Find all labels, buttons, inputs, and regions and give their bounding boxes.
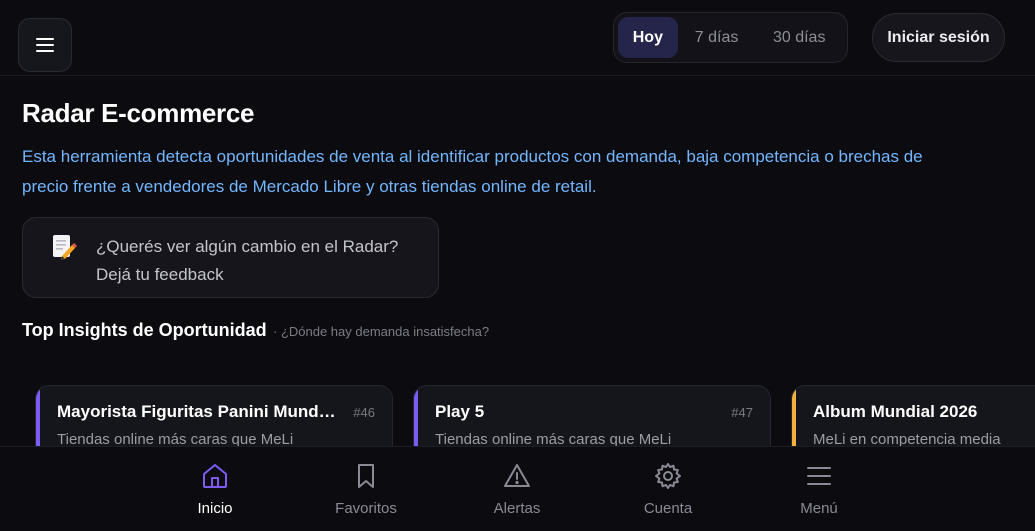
nav-item-inicio[interactable]: Inicio	[160, 461, 270, 521]
card-title: Album Mundial 2026	[813, 402, 978, 421]
page-title: Radar E-commerce	[22, 98, 255, 128]
range-option-30-days[interactable]: 30 días	[755, 17, 843, 58]
nav-item-cuenta[interactable]: Cuenta	[613, 461, 723, 521]
nav-item-menu[interactable]: Menú	[764, 461, 874, 521]
feedback-text: ¿Querés ver algún cambio en el Radar? De…	[96, 233, 398, 289]
nav-item-favoritos[interactable]: Favoritos	[311, 461, 421, 521]
login-button[interactable]: Iniciar sesión	[872, 13, 1005, 62]
hamburger-menu-button[interactable]	[18, 18, 72, 72]
nav-label: Menú	[800, 500, 838, 517]
description-line: precio frente a vendedores de Mercado Li…	[22, 177, 597, 196]
nav-label: Favoritos	[335, 500, 397, 517]
card-title: Play 5	[435, 402, 485, 421]
section-title: Top Insights de Oportunidad	[22, 320, 267, 340]
hamburger-icon	[36, 38, 54, 52]
card-rank: #47	[731, 405, 753, 420]
nav-label: Alertas	[493, 500, 541, 517]
feedback-card[interactable]: ¿Querés ver algún cambio en el Radar? De…	[22, 217, 439, 298]
menu-icon	[807, 467, 831, 485]
home-icon	[203, 464, 227, 488]
feedback-question: ¿Querés ver algún cambio en el Radar?	[96, 237, 399, 256]
page-description: Esta herramienta detecta oportunidades d…	[22, 142, 1022, 202]
card-title: Mayorista Figuritas Panini Mundial	[57, 402, 337, 421]
top-bar: Hoy 7 días 30 días Iniciar sesión	[0, 0, 1035, 76]
range-option-7-days[interactable]: 7 días	[678, 17, 756, 58]
section-subtitle: · ¿Dónde hay demanda insatisfecha?	[273, 324, 490, 339]
memo-pencil-icon	[53, 235, 77, 260]
nav-item-alertas[interactable]: Alertas	[462, 461, 572, 521]
description-line: Esta herramienta detecta oportunidades d…	[22, 147, 923, 166]
bookmark-icon	[358, 464, 374, 488]
gear-icon	[655, 463, 681, 489]
alert-triangle-icon	[504, 464, 530, 487]
nav-label: Inicio	[197, 500, 233, 517]
card-rank: #46	[353, 405, 375, 420]
range-option-today[interactable]: Hoy	[618, 17, 678, 58]
bottom-navigation: Inicio Favoritos Alertas Cuenta Menú	[0, 446, 1035, 531]
feedback-cta: Dejá tu feedback	[96, 265, 224, 284]
date-range-selector: Hoy 7 días 30 días	[613, 12, 848, 63]
nav-label: Cuenta	[643, 500, 693, 517]
